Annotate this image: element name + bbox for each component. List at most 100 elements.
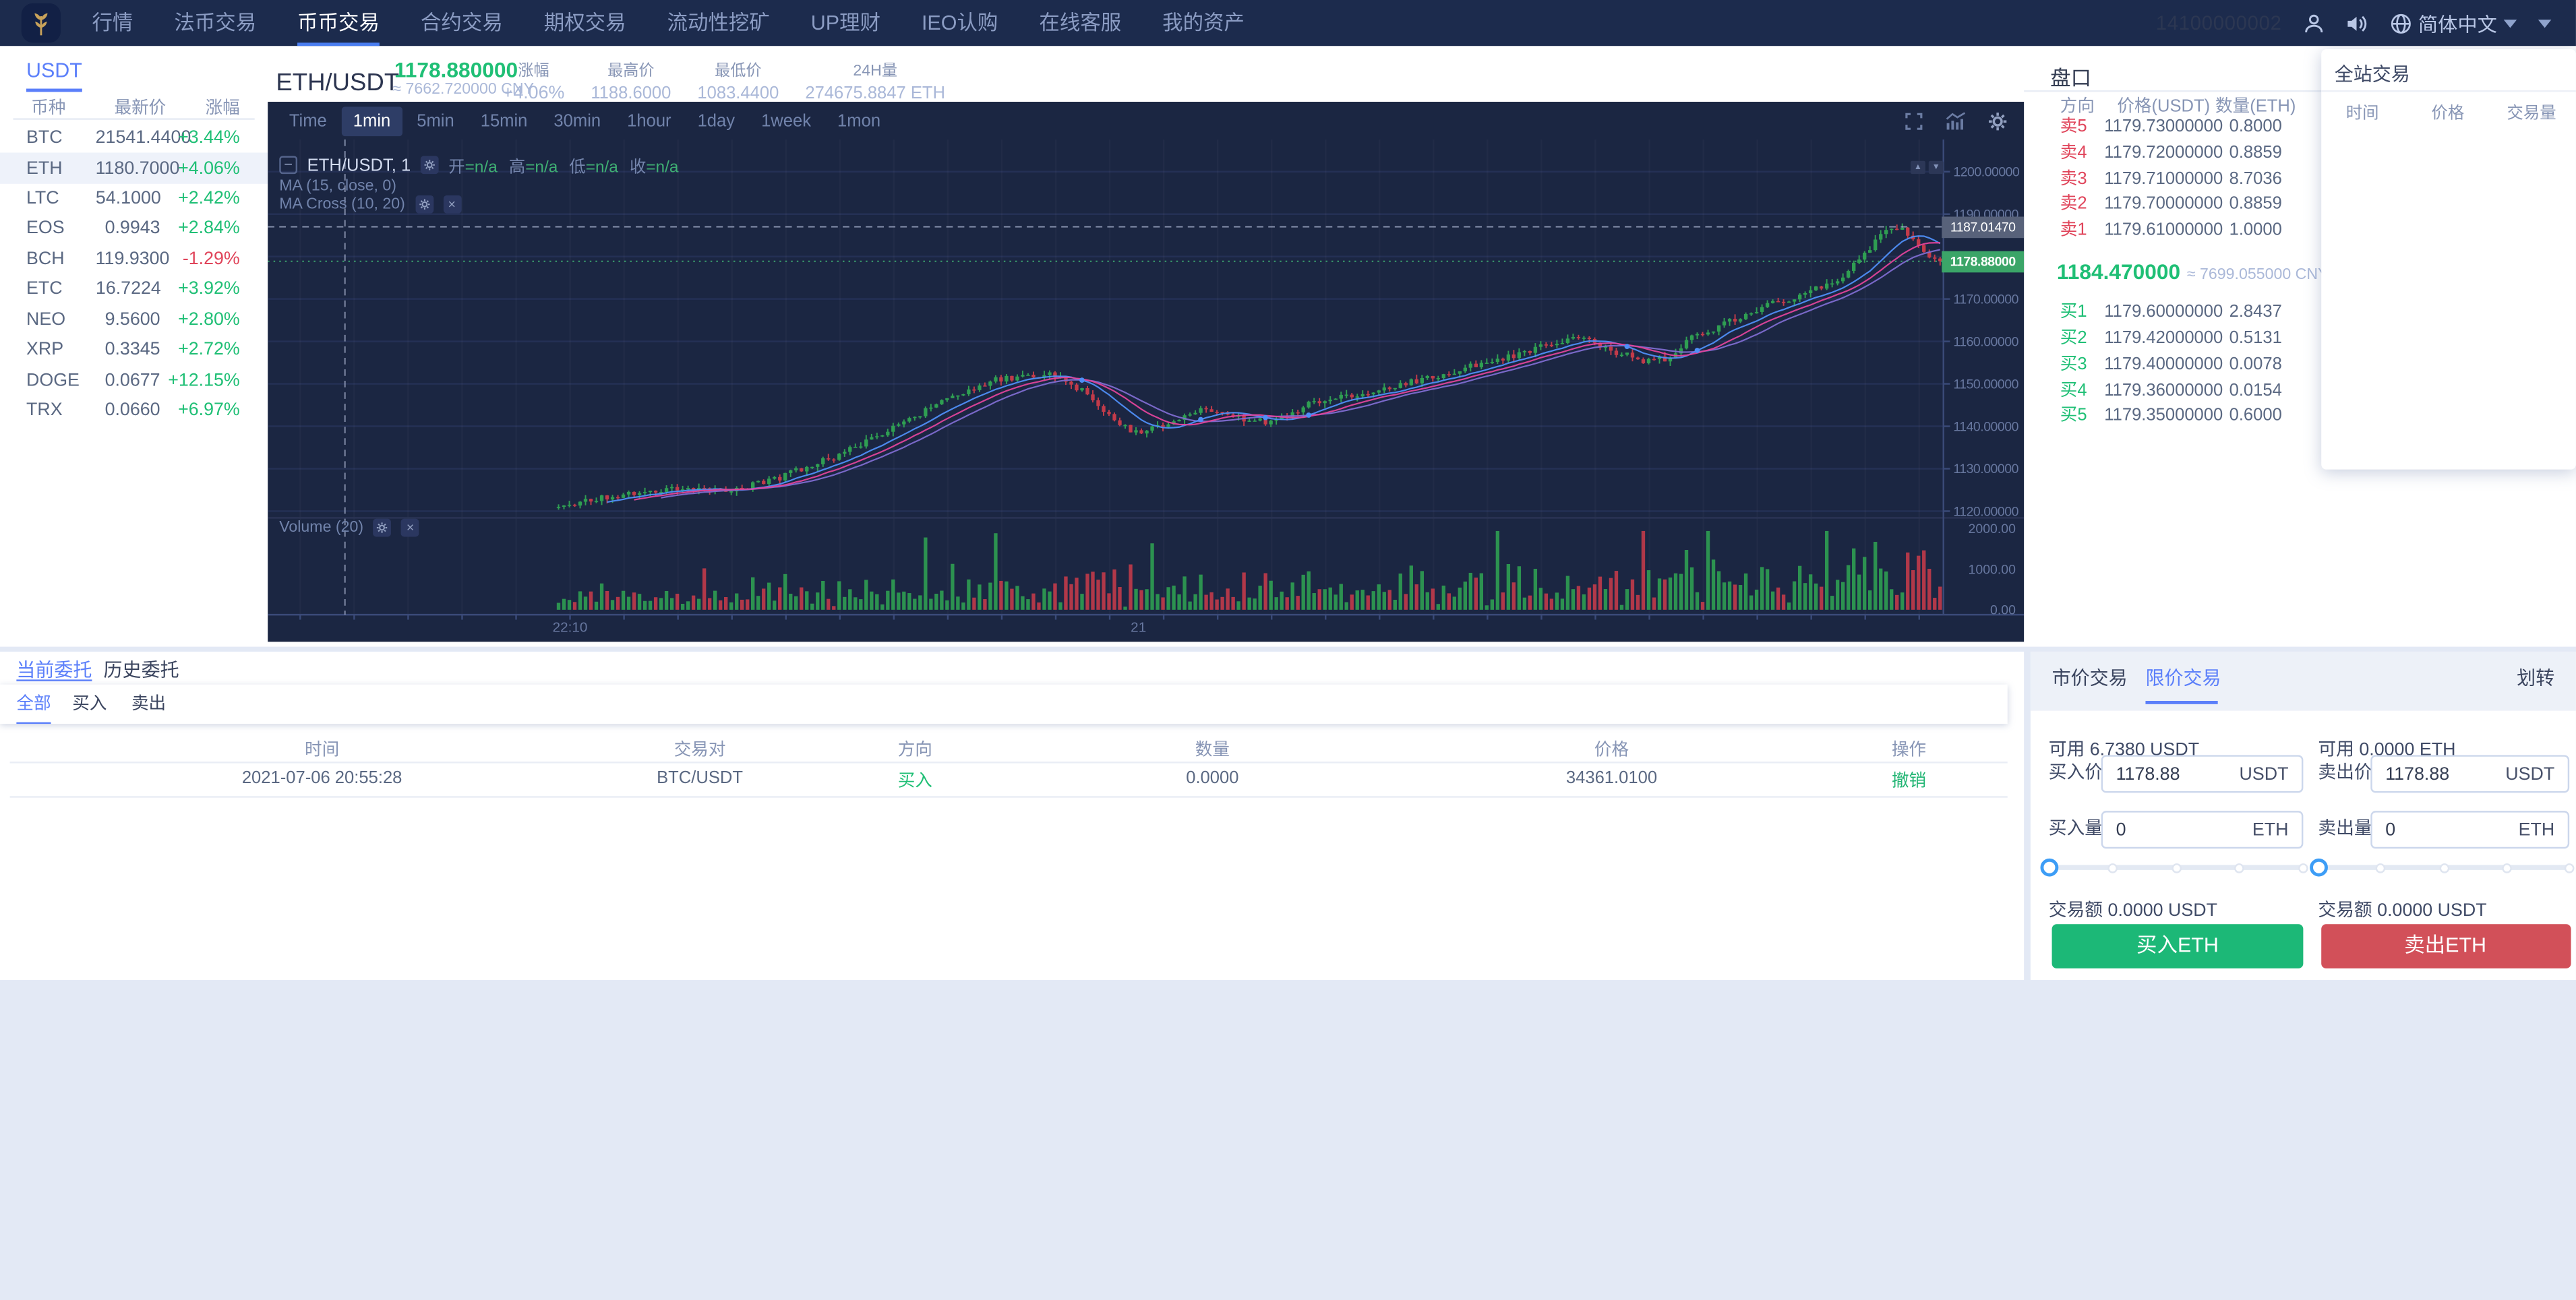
kline-chart: Time1min5min15min30min1hour1day1week1mon… [268,102,2024,641]
tab-usdt-market[interactable]: USDT [26,59,82,92]
buy-amount-input[interactable]: 0 ETH [2101,811,2304,849]
nav-item-法币交易[interactable]: 法币交易 [174,0,256,46]
orders-section: 当前委托 历史委托 全部 买入 卖出 时间交易对方向数量价格操作 2021-07… [0,651,2024,980]
tab-order-history[interactable]: 历史委托 [104,656,179,682]
divider [2321,90,2576,92]
fullscreen-icon[interactable] [1904,111,1923,130]
market-trades-header: 交易量 [2490,98,2573,123]
sell-slider-handle[interactable] [2310,859,2328,877]
nav-item-在线客服[interactable]: 在线客服 [1039,0,1121,46]
divider [13,118,254,119]
interval-1mon[interactable]: 1mon [826,106,892,135]
user-icon[interactable] [2303,12,2325,34]
pair-title: ETH/USDT [276,69,399,96]
pane-down-arrow-icon[interactable]: ▼ [1929,161,1944,174]
watchlist-row-DOGE[interactable]: DOGE0.0677+12.15% [0,365,268,396]
slider-step-dot[interactable] [2109,864,2116,871]
interval-1min[interactable]: 1min [342,106,402,135]
candlestick-plot[interactable]: 1200.000001190.000001170.000001160.00000… [268,140,2024,641]
buy-amount-label: 买入量 [2049,811,2103,849]
nav-item-UP理财[interactable]: UP理财 [811,0,880,46]
watchlist-row-BCH[interactable]: BCH119.9300-1.29% [0,244,268,274]
buy-price-value[interactable]: 1178.88 [2116,764,2240,784]
watchlist-headers: 币种最新价涨幅 [0,95,268,120]
cancel-order-link[interactable]: 撤销 [1778,768,2041,793]
watchlist-header: 涨幅 [166,95,240,120]
language-selector[interactable]: 简体中文 [2391,9,2517,36]
interval-5min[interactable]: 5min [405,106,466,135]
orders-header: 价格 [1480,736,1743,761]
indicator-icon[interactable] [1945,111,1967,130]
volume-settings-gear-icon[interactable] [373,519,392,537]
sell-price-input[interactable]: 1178.88 USDT [2370,755,2569,793]
chart-legend-macross: MA Cross (10, 20) × [279,195,460,213]
sell-eth-button[interactable]: 卖出ETH [2320,924,2570,968]
buy-slider-handle[interactable] [2041,859,2059,877]
slider-step-dot[interactable] [2503,864,2510,871]
buy-amount-unit: ETH [2252,821,2289,840]
filter-all[interactable]: 全部 [16,683,51,722]
volume-close-icon[interactable]: × [401,519,419,537]
buy-amount-value[interactable]: 0 [2116,821,2252,840]
filter-sell[interactable]: 卖出 [131,683,166,722]
slider-step-dot[interactable] [2566,864,2573,871]
orders-header: 操作 [1778,736,2041,761]
market-trades-header: 价格 [2415,98,2480,123]
chart-settings-gear-icon[interactable] [1988,111,2008,130]
nav-item-流动性挖矿[interactable]: 流动性挖矿 [667,0,770,46]
ohlc-开: 开=n/a [448,153,497,178]
orderbook-mid: 1184.470000 ≈ 7699.055000 CNY [2057,259,2329,284]
svg-text:1130.00000: 1130.00000 [1953,462,2018,476]
interval-30min[interactable]: 30min [542,106,612,135]
buy-total: 交易额 0.0000 USDT [2049,896,2217,923]
buy-eth-button[interactable]: 买入ETH [2052,924,2304,968]
series-settings-gear-icon[interactable] [421,156,439,174]
nav-item-合约交易[interactable]: 合约交易 [421,0,503,46]
interval-1week[interactable]: 1week [750,106,822,135]
buy-price-input[interactable]: 1178.88 USDT [2101,755,2304,793]
nav-item-期权交易[interactable]: 期权交易 [544,0,626,46]
ma-settings-gear-icon[interactable] [415,195,433,213]
interval-Time[interactable]: Time [278,106,338,135]
watchlist-row-ETC[interactable]: ETC16.7224+3.92% [0,274,268,305]
market-trades-title: 全站交易 [2335,61,2410,87]
nav-item-IEO认购[interactable]: IEO认购 [922,0,998,46]
watchlist-row-BTC[interactable]: BTC21541.4400+3.44% [0,123,268,154]
watchlist-row-XRP[interactable]: XRP0.3345+2.72% [0,335,268,365]
sell-price-value[interactable]: 1178.88 [2385,764,2505,784]
ma-close-icon[interactable]: × [443,195,461,213]
nav-item-行情[interactable]: 行情 [92,0,133,46]
watchlist-row-EOS[interactable]: EOS0.9943+2.84% [0,214,268,244]
sell-amount-input[interactable]: 0 ETH [2370,811,2569,849]
filter-buy[interactable]: 买入 [72,683,107,722]
slider-step-dot[interactable] [2300,864,2307,871]
watchlist-row-TRX[interactable]: TRX0.0660+6.97% [0,395,268,425]
interval-15min[interactable]: 15min [469,106,539,135]
transfer-link[interactable]: 划转 [2517,651,2554,710]
account-chevron-down-icon[interactable] [2538,19,2551,27]
watchlist-row-ETH[interactable]: ETH1180.7000+4.06% [0,154,268,184]
pane-up-arrow-icon[interactable]: ▲ [1911,161,1925,174]
svg-text:21: 21 [1131,620,1146,636]
interval-1day[interactable]: 1day [686,106,747,135]
ticker-stat: 24H量274675.8847 ETH [805,57,945,103]
collapse-pane-icon[interactable]: − [279,156,297,174]
watchlist-header: 币种 [31,95,102,120]
announcement-speaker-icon[interactable] [2346,12,2369,34]
ohlc-收: 收=n/a [630,153,678,178]
interval-1hour[interactable]: 1hour [616,106,683,135]
nav-item-币币交易[interactable]: 币币交易 [297,0,380,46]
sell-price-label: 卖出价 [2318,755,2372,793]
watchlist-row-LTC[interactable]: LTC54.1000+2.42% [0,183,268,214]
ticker-stat: 最低价1083.4400 [697,57,779,103]
sell-total: 交易额 0.0000 USDT [2318,896,2486,923]
watchlist-row-NEO[interactable]: NEO9.5600+2.80% [0,305,268,335]
sell-amount-value[interactable]: 0 [2385,821,2518,840]
tab-market-order[interactable]: 市价交易 [2052,651,2128,710]
svg-text:1150.00000: 1150.00000 [1953,377,2018,392]
sell-amount-unit: ETH [2519,821,2555,840]
active-tab-underline [16,679,92,681]
brand-logo[interactable] [22,3,61,42]
globe-icon [2391,12,2412,34]
nav-item-我的资产[interactable]: 我的资产 [1162,0,1245,46]
